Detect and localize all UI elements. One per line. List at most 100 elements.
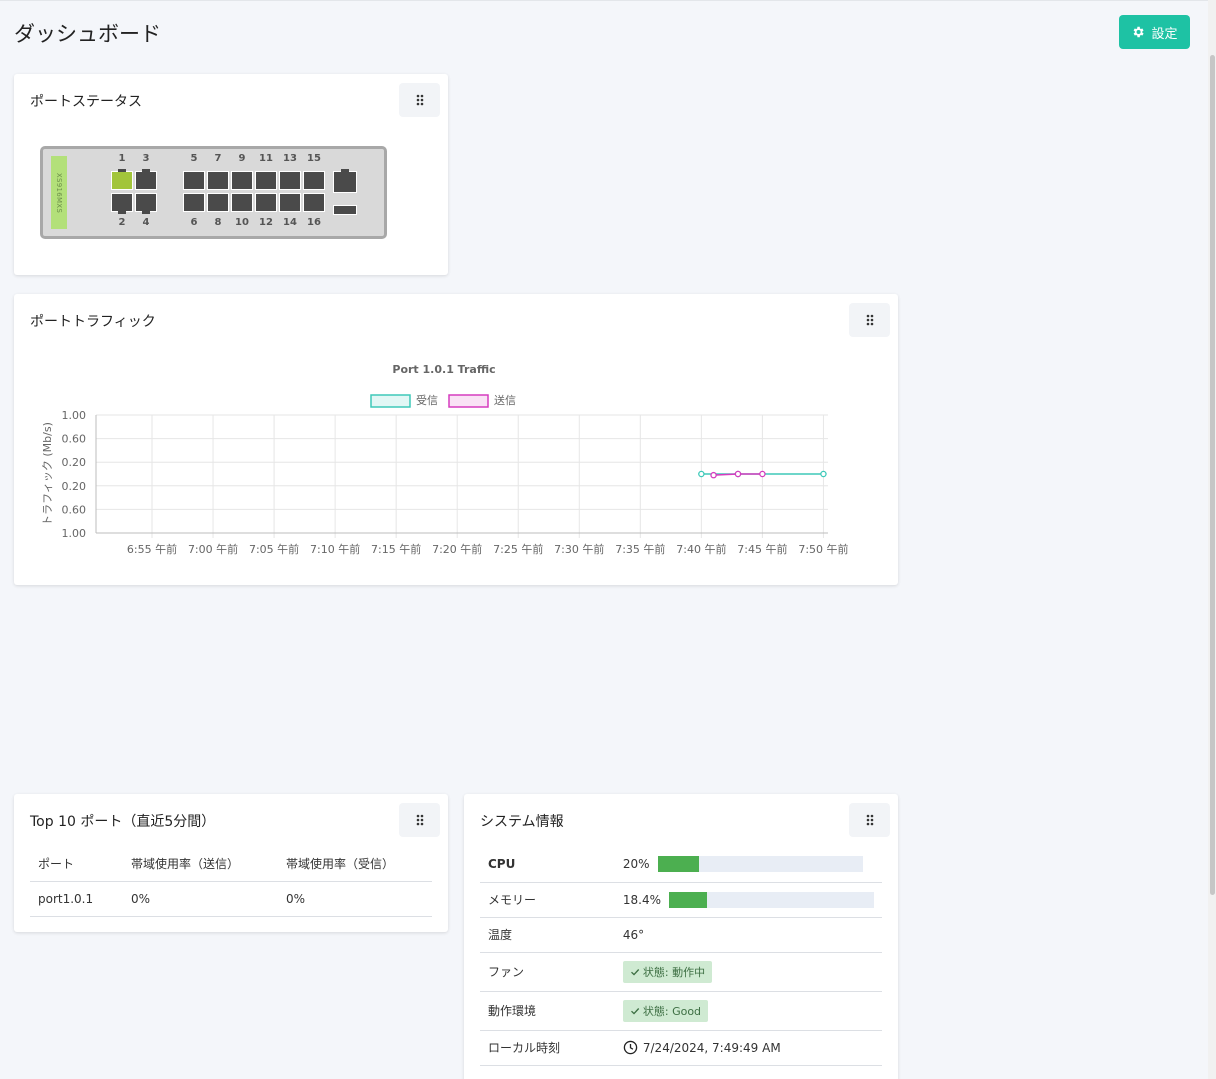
port-14[interactable]	[279, 193, 301, 212]
environment-status-text: 状態: Good	[642, 1004, 702, 1018]
data-point	[734, 470, 742, 478]
drag-handle-icon	[416, 814, 423, 826]
port-number-label: 8	[214, 217, 222, 228]
fan-status-badge: 状態: 動作中	[622, 960, 713, 983]
cell-tx: 0%	[123, 881, 278, 917]
port-number-label: 16	[307, 217, 321, 228]
drag-handle-button[interactable]	[399, 803, 440, 837]
sfp-slot	[333, 205, 357, 215]
drag-handle-button[interactable]	[849, 803, 890, 837]
x-tick-label: 7:15 午前	[371, 542, 421, 556]
port-8[interactable]	[207, 193, 229, 212]
memory-row: メモリー 18.4%	[480, 882, 882, 918]
port-12[interactable]	[255, 193, 277, 212]
environment-status-badge: 状態: Good	[622, 999, 709, 1022]
port-2[interactable]	[111, 193, 133, 214]
column-header-port: ポート	[30, 847, 123, 882]
drag-handle-icon	[416, 94, 423, 106]
data-point	[710, 471, 717, 479]
port-11[interactable]	[255, 171, 277, 190]
port-9[interactable]	[231, 171, 253, 190]
legend-label: 受信	[416, 394, 438, 407]
column-header-rx: 帯域使用率（受信）	[278, 847, 432, 882]
scrollbar-thumb[interactable]	[1210, 55, 1215, 895]
local-time-label: ローカル時刻	[480, 1030, 615, 1066]
top10-table: ポート 帯域使用率（送信） 帯域使用率（受信） port1.0.1 0% 0%	[30, 847, 432, 917]
x-tick-label: 7:05 午前	[249, 542, 299, 556]
system-info-card: システム情報 CPU 20% メモリー 18.4% 温度 46° ファン 状態:…	[464, 794, 898, 1079]
port-number-label: 6	[190, 217, 198, 228]
check-icon	[630, 1007, 640, 1015]
traffic-chart: Port 1.0.1 Traffic 受信 送信 1.00 0.60 0.20 0.20 0.…	[41, 363, 849, 556]
temperature-value: 46°	[614, 917, 882, 953]
x-tick-label: 7:25 午前	[493, 542, 543, 556]
fan-row: ファン 状態: 動作中	[480, 952, 882, 992]
port-16[interactable]	[303, 193, 325, 212]
port-number-label: 12	[259, 217, 273, 228]
data-point	[759, 470, 766, 478]
port-13[interactable]	[279, 171, 301, 190]
port-number-label: 3	[142, 153, 150, 164]
y-tick-label: 0.60	[62, 503, 87, 516]
settings-label: 設定	[1151, 26, 1178, 42]
port-15[interactable]	[303, 171, 325, 190]
cpu-bar-fill	[657, 856, 699, 873]
port-number-label: 14	[283, 217, 297, 228]
system-info-title: システム情報	[480, 814, 564, 830]
port-number-label: 7	[214, 153, 222, 164]
drag-handle-button[interactable]	[399, 83, 440, 117]
x-tick-label: 7:35 午前	[615, 542, 665, 556]
gear-icon	[1134, 26, 1145, 38]
x-tick-label: 7:40 午前	[676, 542, 726, 556]
port-number-label: 13	[283, 153, 297, 164]
port-1[interactable]	[111, 169, 133, 190]
settings-button[interactable]: 設定	[1119, 15, 1190, 49]
legend-swatch	[370, 394, 411, 408]
fan-label: ファン	[480, 952, 615, 992]
model-name: XS916MXS	[55, 172, 63, 213]
port-number-label: 1	[118, 153, 126, 164]
local-time-value: 7/24/2024, 7:49:49 AM	[642, 1040, 781, 1055]
y-tick-label: 1.00	[62, 527, 87, 540]
x-tick-label: 7:30 午前	[554, 542, 604, 556]
fan-status-text: 状態: 動作中	[642, 965, 706, 979]
data-point	[820, 470, 827, 478]
legend-label: 送信	[494, 393, 516, 407]
y-tick-label: 1.00	[62, 409, 87, 422]
local-time-row: ローカル時刻 7/24/2024, 7:49:49 AM	[480, 1030, 882, 1066]
port-10[interactable]	[231, 193, 253, 212]
top10-title: Top 10 ポート（直近5分間）	[30, 814, 216, 830]
table-row: port1.0.1 0% 0%	[30, 881, 432, 917]
chart-title: Port 1.0.1 Traffic	[392, 363, 495, 376]
memory-value: 18.4%	[622, 892, 661, 907]
port-number-label: 10	[235, 217, 249, 228]
y-tick-label: 0.60	[62, 433, 87, 446]
port-5[interactable]	[183, 171, 205, 190]
port-4[interactable]	[135, 193, 157, 214]
sfp-port[interactable]	[333, 169, 357, 193]
clock-icon	[623, 1040, 638, 1055]
x-tick-label: 7:50 午前	[798, 542, 848, 556]
port-number-label: 2	[118, 217, 126, 228]
port-number-label: 5	[190, 153, 198, 164]
port-number-label: 11	[259, 153, 273, 164]
legend-swatch	[448, 394, 489, 408]
memory-bar-fill	[669, 891, 707, 908]
x-tick-label: 7:45 午前	[737, 542, 787, 556]
page-title: ダッシュボード	[14, 22, 161, 46]
port-number-label: 15	[307, 153, 321, 164]
port-status-title: ポートステータス	[30, 94, 142, 110]
data-point	[698, 470, 705, 478]
port-3[interactable]	[135, 169, 157, 190]
port-7[interactable]	[207, 171, 229, 190]
check-icon	[630, 968, 640, 976]
x-tick-label: 7:20 午前	[432, 542, 482, 556]
port-number-label: 4	[142, 217, 150, 228]
cpu-row: CPU 20%	[480, 847, 882, 883]
cpu-label: CPU	[480, 847, 615, 883]
port-6[interactable]	[183, 193, 205, 212]
x-tick-label: 7:00 午前	[188, 542, 238, 556]
y-tick-label: 0.20	[62, 480, 87, 493]
switch-panel: XS916MXS 1 2 3 4 5 6 7 8 9 10 11 12 13 14 15 16	[40, 146, 387, 239]
top10-card: Top 10 ポート（直近5分間） ポート 帯域使用率（送信） 帯域使用率（受信…	[14, 794, 448, 932]
